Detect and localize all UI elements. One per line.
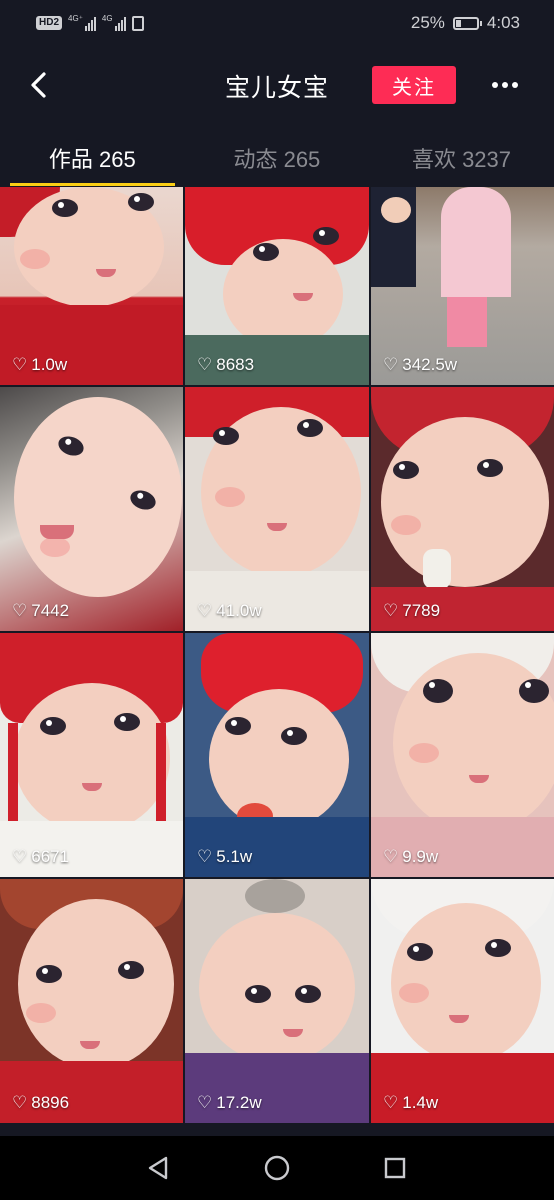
- video-grid: ♡ 1.0w ♡ 8683 ♡ 342.5w ♡ 7442 ♡ 41.0w ♡ …: [0, 187, 554, 1123]
- circle-home-icon: [264, 1155, 290, 1181]
- video-thumbnail[interactable]: ♡ 9.9w: [371, 633, 554, 877]
- like-count: ♡ 9.9w: [383, 847, 439, 866]
- heart-icon: ♡: [12, 847, 28, 866]
- like-count: ♡ 7442: [12, 601, 70, 620]
- heart-icon: ♡: [197, 601, 213, 620]
- heart-icon: ♡: [383, 355, 399, 374]
- heart-icon: ♡: [197, 1093, 213, 1112]
- signal-icon: 4G⁺: [68, 15, 96, 31]
- nav-back-button[interactable]: [137, 1146, 181, 1190]
- video-thumbnail[interactable]: ♡ 8896: [0, 879, 183, 1123]
- page-title: 宝儿女宝: [224, 74, 329, 102]
- more-icon: [492, 82, 518, 88]
- status-right: 25% 4:03: [411, 13, 520, 33]
- like-count: ♡ 5.1w: [197, 847, 253, 866]
- hd-badge: HD2: [36, 16, 63, 30]
- video-thumbnail[interactable]: ♡ 8683: [185, 187, 369, 385]
- clock: 4:03: [486, 13, 520, 32]
- like-count: ♡ 8683: [197, 355, 255, 374]
- heart-icon: ♡: [197, 847, 213, 866]
- video-thumbnail[interactable]: ♡ 7789: [371, 387, 554, 631]
- more-options-button[interactable]: [488, 74, 522, 96]
- status-bar: HD2 4G⁺ 4G 25% 4:03: [0, 0, 554, 46]
- heart-icon: ♡: [197, 355, 213, 374]
- video-thumbnail[interactable]: ♡ 7442: [0, 387, 183, 631]
- triangle-back-icon: [148, 1156, 168, 1180]
- tab-likes[interactable]: 喜欢 3237: [369, 136, 554, 186]
- square-recents-icon: [384, 1157, 406, 1179]
- video-thumbnail[interactable]: ♡ 17.2w: [185, 879, 369, 1123]
- nav-home-button[interactable]: [255, 1146, 299, 1190]
- nav-recents-button[interactable]: [373, 1146, 417, 1190]
- system-nav-bar: [0, 1136, 554, 1200]
- heart-icon: ♡: [383, 1093, 399, 1112]
- heart-icon: ♡: [12, 1093, 28, 1112]
- like-count: ♡ 8896: [12, 1093, 70, 1112]
- profile-tabs: 作品 265 动态 265 喜欢 3237: [0, 136, 554, 186]
- header: 宝儿女宝 关注: [0, 56, 554, 114]
- like-count: ♡ 7789: [383, 601, 441, 620]
- video-thumbnail[interactable]: ♡ 1.0w: [0, 187, 183, 385]
- like-count: ♡ 17.2w: [197, 1093, 262, 1112]
- video-thumbnail[interactable]: ♡ 342.5w: [371, 187, 554, 385]
- like-count: ♡ 6671: [12, 847, 70, 866]
- heart-icon: ♡: [12, 601, 28, 620]
- battery-icon: [452, 16, 482, 30]
- like-count: ♡ 41.0w: [197, 601, 262, 620]
- heart-icon: ♡: [12, 355, 28, 374]
- like-count: ♡ 1.4w: [383, 1093, 439, 1112]
- follow-button[interactable]: 关注: [372, 66, 456, 104]
- heart-icon: ♡: [383, 601, 399, 620]
- tab-activity[interactable]: 动态 265: [185, 136, 370, 186]
- video-thumbnail[interactable]: ♡ 5.1w: [185, 633, 369, 877]
- video-thumbnail[interactable]: ♡ 6671: [0, 633, 183, 877]
- tab-works[interactable]: 作品 265: [0, 136, 185, 186]
- video-thumbnail[interactable]: ♡ 41.0w: [185, 387, 369, 631]
- video-thumbnail[interactable]: ♡ 1.4w: [371, 879, 554, 1123]
- signal-icon: 4G: [102, 15, 126, 31]
- battery-fill: [455, 19, 461, 27]
- like-count: ♡ 342.5w: [383, 355, 458, 374]
- battery-percent: 25%: [410, 13, 445, 32]
- like-count: ♡ 1.0w: [12, 355, 68, 374]
- heart-icon: ♡: [383, 847, 399, 866]
- status-left: HD2 4G⁺ 4G: [36, 15, 144, 31]
- vibrate-icon: [131, 15, 144, 31]
